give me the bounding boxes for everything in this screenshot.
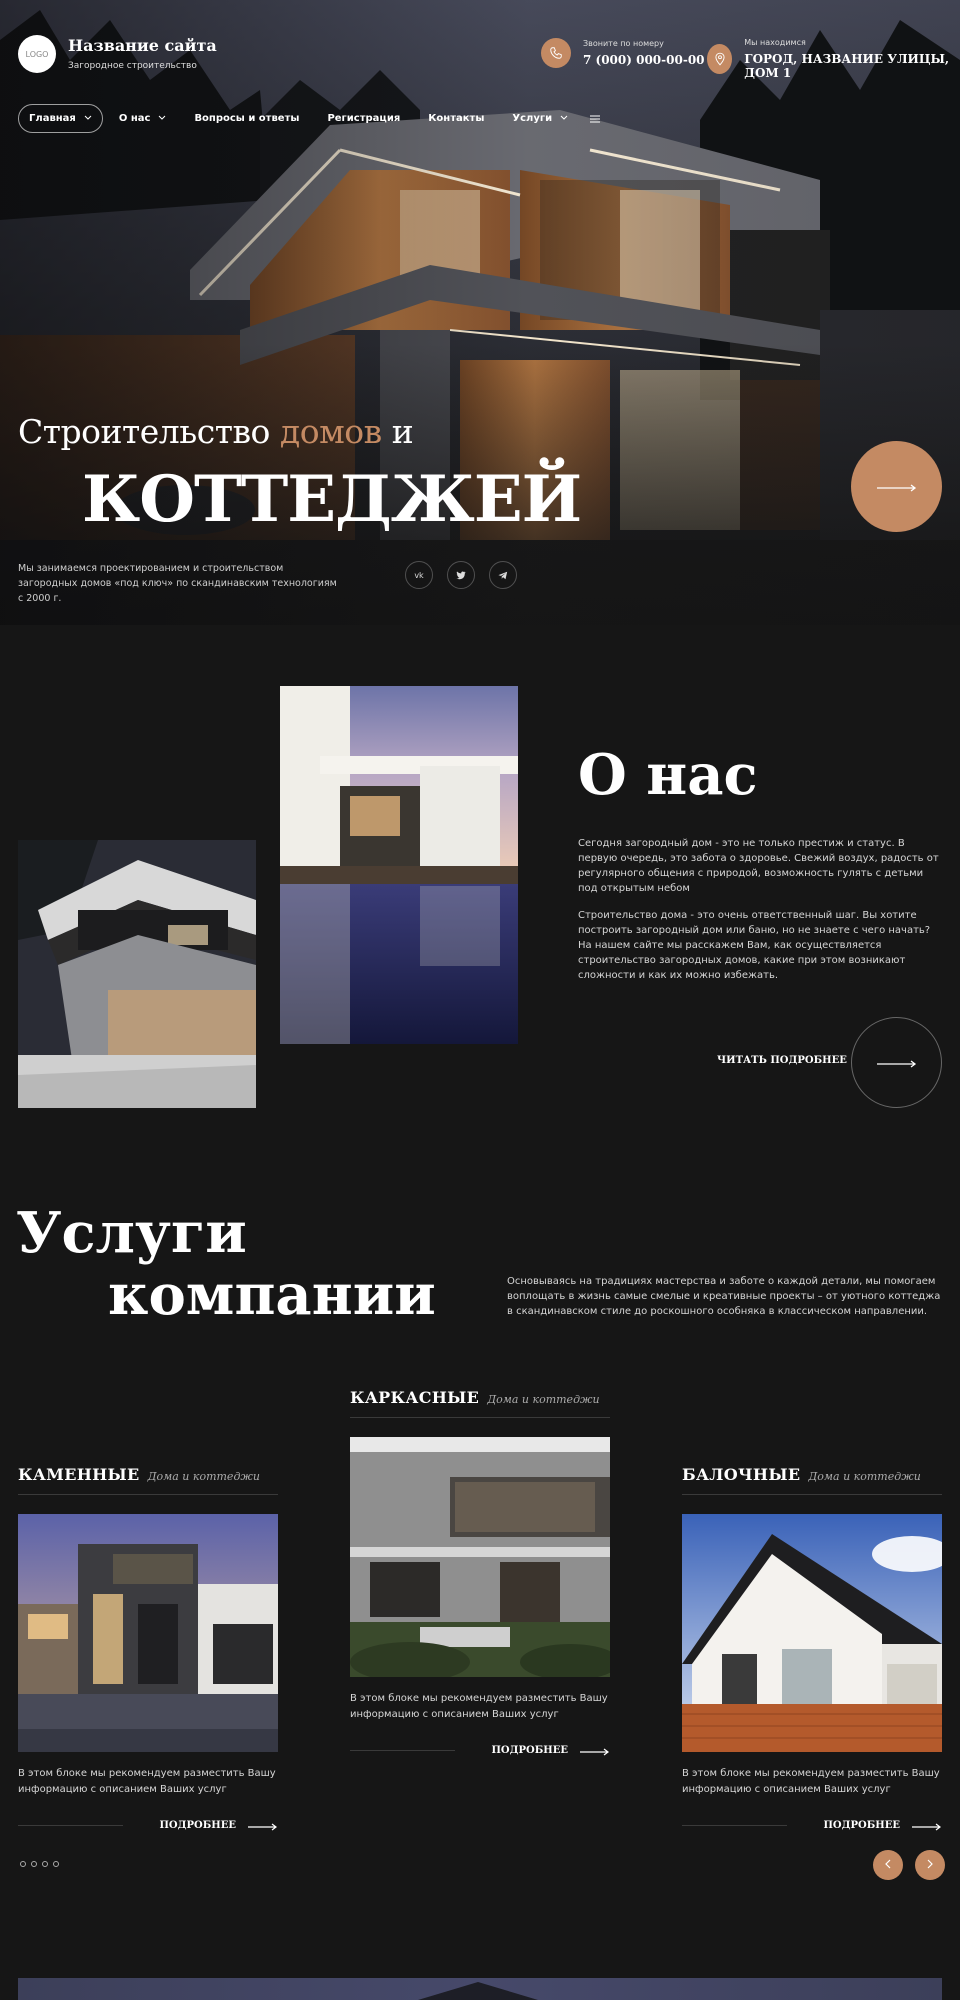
hero-heading-text: и <box>381 412 414 451</box>
card-image-frame-house[interactable] <box>350 1437 610 1677</box>
nav-item-label: Контакты <box>428 113 485 124</box>
card-divider <box>682 1825 788 1826</box>
address-contact[interactable]: Мы находимся ГОРОД, НАЗВАНИЕ УЛИЦЫ, ДОМ … <box>707 38 960 80</box>
services-title-line2: компании <box>108 1262 436 1328</box>
service-card-beam: БАЛОЧНЫЕ Дома и коттеджи В этом блоке мы… <box>682 1465 942 1835</box>
chevron-down-icon <box>84 113 92 124</box>
service-card-frame: КАРКАСНЫЕ Дома и коттеджи В этом блоке м… <box>350 1388 610 1760</box>
address-label: Мы находимся <box>744 38 806 47</box>
hero-heading-text: Строительство <box>18 412 280 451</box>
card-footer: ПОДРОБНЕЕ <box>682 1816 942 1835</box>
slider-dot[interactable] <box>53 1861 59 1867</box>
chevron-down-icon <box>560 113 568 124</box>
card-title[interactable]: КАМЕННЫЕ <box>18 1465 140 1484</box>
phone-icon <box>541 38 571 68</box>
card-image-beam-house[interactable] <box>682 1514 942 1752</box>
social-links: vk <box>405 561 531 589</box>
nav-item-label: Вопросы и ответы <box>194 113 300 124</box>
card-more-link[interactable]: ПОДРОБНЕЕ <box>823 1820 900 1831</box>
nav-item-home[interactable]: Главная <box>18 104 103 133</box>
site-title[interactable]: Название сайта <box>68 36 217 55</box>
card-footer: ПОДРОБНЕЕ <box>18 1816 278 1835</box>
card-divider <box>350 1750 456 1751</box>
phone-label: Звоните по номеру <box>583 39 664 48</box>
card-description: В этом блоке мы рекомендуем разместить В… <box>682 1768 940 1795</box>
card-more-link[interactable]: ПОДРОБНЕЕ <box>491 1745 568 1756</box>
chevron-right-icon <box>927 1858 933 1872</box>
next-section-image <box>18 1978 942 2000</box>
phone-contact[interactable]: Звоните по номеру 7 (000) 000-00-00 <box>541 38 705 68</box>
card-description: В этом блоке мы рекомендуем разместить В… <box>350 1693 608 1720</box>
hamburger-menu-icon[interactable] <box>590 115 601 123</box>
main-nav: Главная О нас Вопросы и ответы Регистрац… <box>18 104 628 133</box>
slider-pagination <box>20 1861 64 1867</box>
hero-description: Мы занимаемся проектированием и строител… <box>18 563 337 604</box>
card-more-link[interactable]: ПОДРОБНЕЕ <box>159 1820 236 1831</box>
hero-next-button[interactable] <box>851 441 942 532</box>
slider-dot[interactable] <box>42 1861 48 1867</box>
card-header: КАРКАСНЫЕ Дома и коттеджи <box>350 1388 610 1418</box>
card-header: БАЛОЧНЫЕ Дома и коттеджи <box>682 1465 942 1495</box>
services-title-line1: Услуги <box>16 1200 247 1266</box>
about-text: Сегодня загородный дом - это не только п… <box>578 836 943 995</box>
arrow-right-icon[interactable] <box>580 1741 610 1760</box>
nav-item-registration[interactable]: Регистрация <box>327 113 400 124</box>
arrow-right-icon[interactable] <box>248 1816 278 1835</box>
card-description: В этом блоке мы рекомендуем разместить В… <box>18 1768 276 1795</box>
slider-dot[interactable] <box>20 1861 26 1867</box>
location-pin-icon <box>707 44 733 74</box>
about-image-pool-house <box>280 686 518 1044</box>
hero-heading-line2: КОТТЕДЖЕЙ <box>82 462 582 537</box>
slider-next-button[interactable] <box>915 1850 945 1880</box>
telegram-icon[interactable] <box>489 561 517 589</box>
twitter-icon[interactable] <box>447 561 475 589</box>
arrow-right-icon <box>876 1053 917 1072</box>
site-logo[interactable]: LOGO <box>18 35 56 73</box>
service-card-stone: КАМЕННЫЕ Дома и коттеджи В этом блоке мы… <box>18 1465 278 1835</box>
chevron-left-icon <box>885 1858 891 1872</box>
slider-prev-button[interactable] <box>873 1850 903 1880</box>
card-subtitle: Дома и коттеджи <box>147 1470 261 1483</box>
card-subtitle: Дома и коттеджи <box>487 1393 600 1406</box>
vk-icon[interactable]: vk <box>405 561 433 589</box>
services-intro: Основываясь на традициях мастерства и за… <box>507 1276 941 1317</box>
card-divider <box>18 1825 124 1826</box>
hero-heading-line1: Строительство домов и <box>18 412 414 451</box>
about-image-cantilever-house <box>18 840 256 1108</box>
arrow-right-icon[interactable] <box>912 1816 942 1835</box>
nav-item-faq[interactable]: Вопросы и ответы <box>194 113 299 124</box>
address-value: ГОРОД, НАЗВАНИЕ УЛИЦЫ, ДОМ 1 <box>744 52 950 80</box>
phone-number[interactable]: 7 (000) 000-00-00 <box>583 53 705 67</box>
chevron-down-icon <box>158 113 166 124</box>
hero-section: LOGO Название сайта Загородное строитель… <box>0 0 960 625</box>
about-read-more-link[interactable]: ЧИТАТЬ ПОДРОБНЕЕ <box>717 1055 847 1066</box>
hero-heading-accent: домов <box>279 412 382 451</box>
about-paragraph: Строительство дома - это очень ответстве… <box>578 910 931 981</box>
card-header: КАМЕННЫЕ Дома и коттеджи <box>18 1465 278 1495</box>
card-title[interactable]: КАРКАСНЫЕ <box>350 1388 479 1407</box>
card-title[interactable]: БАЛОЧНЫЕ <box>682 1465 800 1484</box>
nav-item-label: О нас <box>118 113 151 124</box>
site-subtitle: Загородное строительство <box>68 61 197 71</box>
about-title: О нас <box>578 742 758 808</box>
slider-dot[interactable] <box>31 1861 37 1867</box>
card-image-stone-house[interactable] <box>18 1514 278 1752</box>
nav-item-label: Услуги <box>512 113 553 124</box>
nav-item-about[interactable]: О нас <box>119 113 167 124</box>
arrow-right-icon <box>876 477 917 496</box>
nav-item-label: Главная <box>29 113 76 124</box>
nav-item-label: Регистрация <box>327 113 401 124</box>
nav-item-services[interactable]: Услуги <box>512 113 568 124</box>
card-footer: ПОДРОБНЕЕ <box>350 1741 610 1760</box>
card-subtitle: Дома и коттеджи <box>808 1470 921 1483</box>
about-paragraph: Сегодня загородный дом - это не только п… <box>578 838 939 894</box>
nav-item-contacts[interactable]: Контакты <box>428 113 484 124</box>
about-read-more-button[interactable] <box>851 1017 942 1108</box>
